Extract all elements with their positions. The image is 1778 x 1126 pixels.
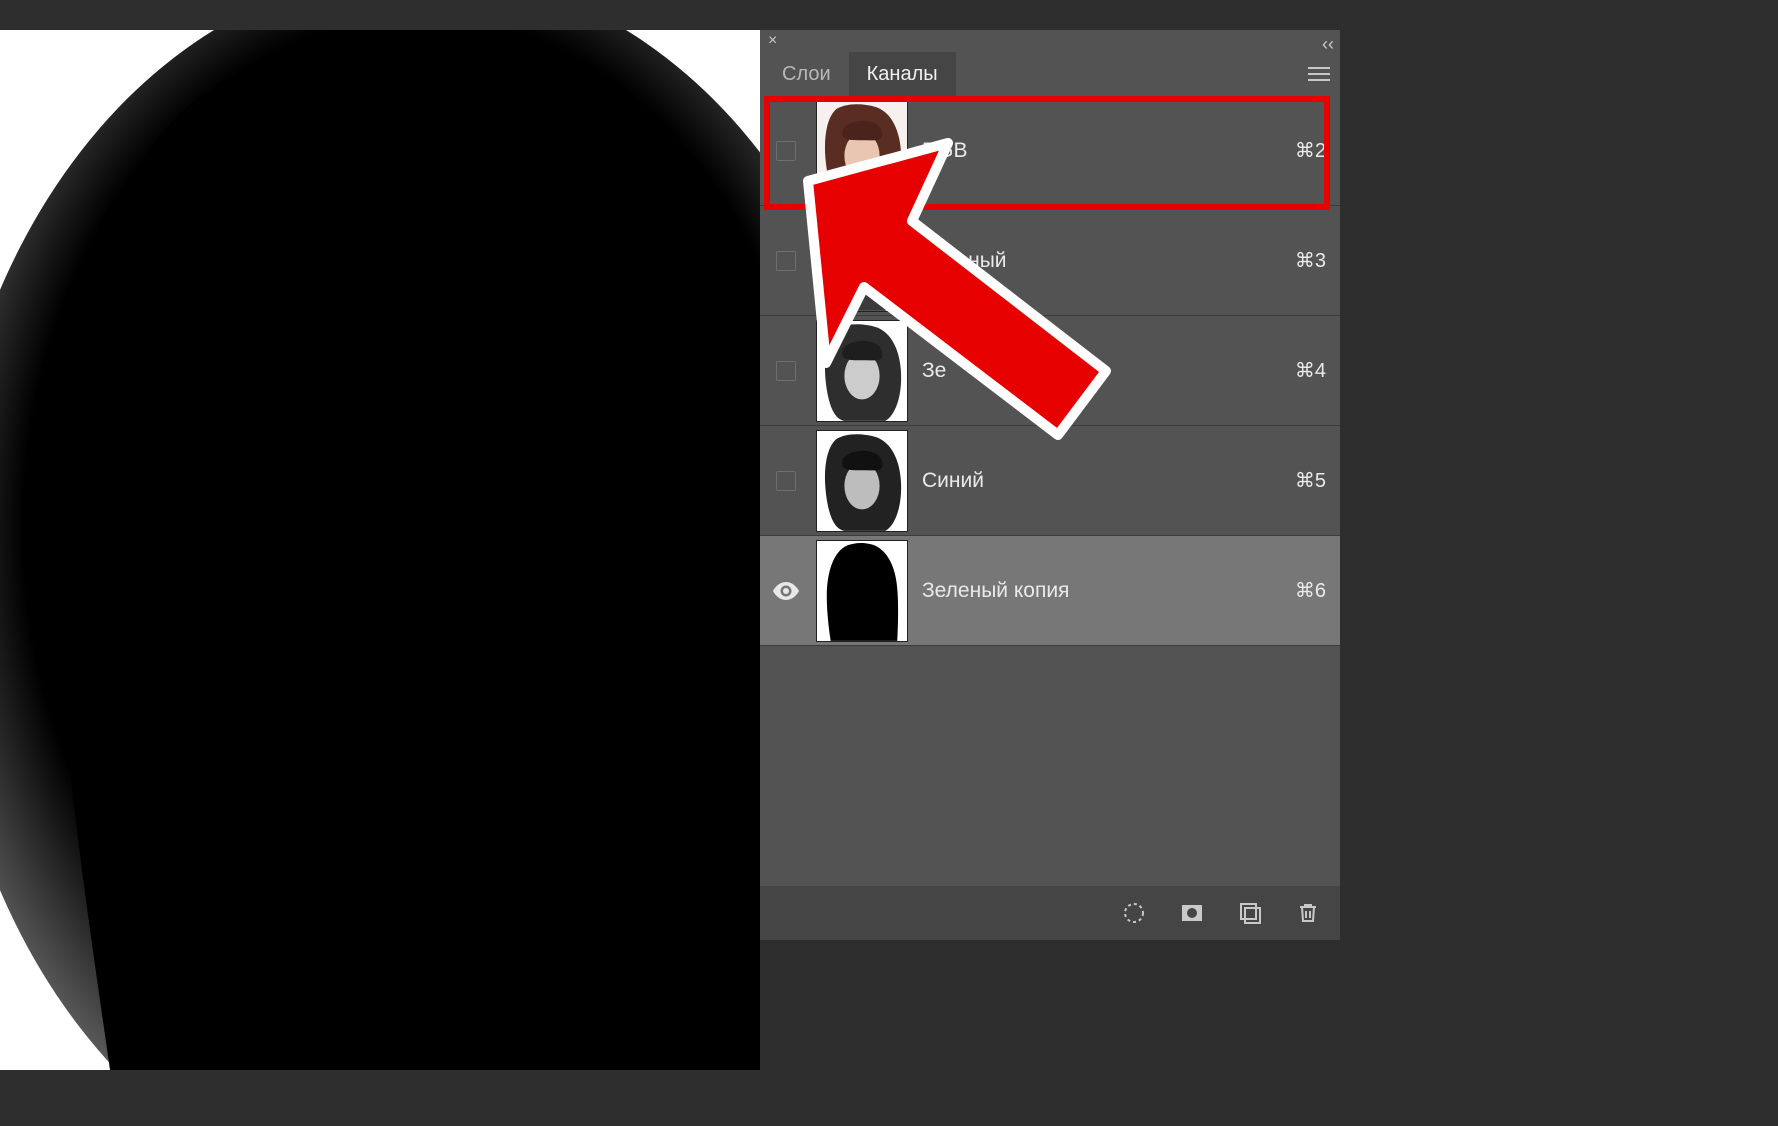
visibility-off-icon	[776, 471, 796, 491]
channel-list: RGB ⌘2 Красный ⌘3	[760, 96, 1340, 886]
document-canvas[interactable]	[0, 30, 760, 1070]
channel-name: Зе	[922, 359, 1295, 383]
close-panel-icon[interactable]: ×	[768, 33, 777, 49]
channel-name: Синий	[922, 469, 1295, 493]
channel-shortcut: ⌘4	[1295, 358, 1326, 383]
channels-panel: × Слои Каналы RG	[760, 30, 1340, 940]
channel-thumbnail	[816, 320, 908, 422]
visibility-toggle[interactable]	[770, 471, 802, 491]
channel-shortcut: ⌘2	[1295, 138, 1326, 163]
eye-icon	[773, 582, 799, 600]
channel-shortcut: ⌘5	[1295, 468, 1326, 493]
trash-icon[interactable]	[1296, 901, 1320, 925]
channel-row-red[interactable]: Красный ⌘3	[760, 206, 1340, 316]
channel-shortcut: ⌘6	[1295, 578, 1326, 603]
visibility-toggle[interactable]	[770, 141, 802, 161]
visibility-off-icon	[776, 251, 796, 271]
channel-row-green[interactable]: Зе ⌘4	[760, 316, 1340, 426]
panel-tabs: Слои Каналы	[760, 52, 1340, 96]
load-selection-icon[interactable]	[1122, 901, 1146, 925]
channel-row-green-copy[interactable]: Зеленый копия ⌘6	[760, 536, 1340, 646]
channel-shortcut: ⌘3	[1295, 248, 1326, 273]
visibility-off-icon	[776, 141, 796, 161]
channel-thumbnail	[816, 430, 908, 532]
visibility-toggle[interactable]	[770, 251, 802, 271]
channel-thumbnail	[816, 540, 908, 642]
channel-name: Зеленый копия	[922, 579, 1295, 603]
collapse-panel-icon[interactable]: ‹‹	[1322, 34, 1334, 55]
panel-footer	[760, 886, 1340, 940]
save-as-mask-icon[interactable]	[1180, 901, 1204, 925]
channel-thumbnail	[816, 100, 908, 202]
tab-layers[interactable]: Слои	[764, 52, 849, 96]
channel-thumbnail	[816, 210, 908, 312]
panel-menu-icon[interactable]	[1308, 52, 1330, 96]
visibility-off-icon	[776, 361, 796, 381]
channel-row-rgb[interactable]: RGB ⌘2	[760, 96, 1340, 206]
new-channel-icon[interactable]	[1238, 901, 1262, 925]
channel-name: Красный	[922, 249, 1295, 273]
visibility-toggle[interactable]	[770, 361, 802, 381]
channel-row-blue[interactable]: Синий ⌘5	[760, 426, 1340, 536]
tab-channels[interactable]: Каналы	[849, 52, 956, 96]
visibility-toggle[interactable]	[770, 582, 802, 600]
channel-name: RGB	[922, 139, 1295, 163]
